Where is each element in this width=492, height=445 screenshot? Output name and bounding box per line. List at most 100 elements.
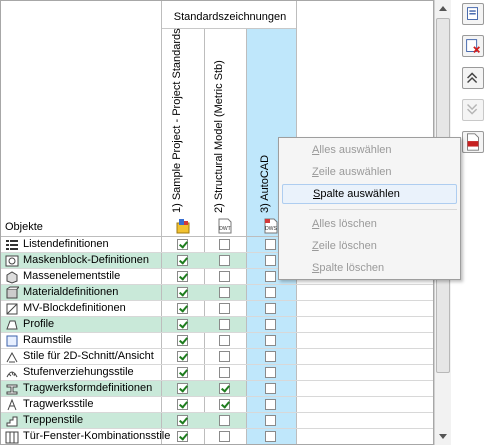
standard-checkbox[interactable] <box>219 255 230 266</box>
object-label: Stile für 2D-Schnitt/Ansicht <box>23 350 154 362</box>
standard-checkbox[interactable] <box>177 367 188 378</box>
standard-checkbox[interactable] <box>177 415 188 426</box>
move-down-button[interactable] <box>462 99 484 121</box>
standard-checkbox[interactable] <box>219 415 230 426</box>
standard-checkbox[interactable] <box>177 303 188 314</box>
standard-checkbox[interactable] <box>265 399 276 410</box>
checkbox-cell <box>162 285 204 301</box>
checkbox-cell <box>246 333 296 349</box>
standard-checkbox[interactable] <box>219 303 230 314</box>
standard-checkbox[interactable] <box>219 239 230 250</box>
object-name-cell[interactable]: Maskenblock-Definitionen <box>1 253 161 269</box>
scroll-down-icon[interactable] <box>435 428 451 445</box>
standard-checkbox[interactable] <box>219 383 230 394</box>
column-header-label: 2) Structural Model (Metric Stb) <box>213 60 225 213</box>
checkbox-cell <box>204 365 246 381</box>
standard-checkbox[interactable] <box>265 415 276 426</box>
table-row[interactable]: Raumstile <box>1 333 433 349</box>
table-row[interactable]: Profile <box>1 317 433 333</box>
checkbox-cell <box>162 237 204 253</box>
menu-item-select-all[interactable]: Alles auswählen <box>282 140 457 160</box>
object-name-cell[interactable]: Listendefinitionen <box>1 237 161 253</box>
object-name-cell[interactable]: Tragwerksformdefinitionen <box>1 381 161 397</box>
object-name-cell[interactable]: Materialdefinitionen <box>1 285 161 301</box>
menu-item-select-row[interactable]: Zeile auswählen <box>282 162 457 182</box>
column-header-label: 3) AutoCAD <box>259 154 271 213</box>
object-name-cell[interactable]: Profile <box>1 317 161 333</box>
checkbox-cell <box>162 253 204 269</box>
standard-checkbox[interactable] <box>177 239 188 250</box>
standard-checkbox[interactable] <box>265 319 276 330</box>
column-header-2[interactable]: 2) Structural Model (Metric Stb) DWT <box>204 29 246 237</box>
table-row[interactable]: Tür-Fenster-Kombinationsstile <box>1 429 433 444</box>
standard-checkbox[interactable] <box>177 383 188 394</box>
standard-checkbox[interactable] <box>265 255 276 266</box>
standard-checkbox[interactable] <box>219 399 230 410</box>
section-elevation-icon <box>6 351 18 363</box>
standard-checkbox[interactable] <box>177 351 188 362</box>
standard-checkbox[interactable] <box>265 303 276 314</box>
object-label: Maskenblock-Definitionen <box>23 254 149 266</box>
menu-separator <box>309 209 457 210</box>
checkbox-cell <box>162 381 204 397</box>
standard-checkbox[interactable] <box>219 351 230 362</box>
standard-checkbox[interactable] <box>177 399 188 410</box>
standard-checkbox[interactable] <box>177 431 188 442</box>
standard-checkbox[interactable] <box>265 239 276 250</box>
standard-checkbox[interactable] <box>219 271 230 282</box>
checkbox-cell <box>246 285 296 301</box>
add-drawing-button[interactable] <box>462 3 484 25</box>
menu-item-select-column[interactable]: Spalte auswählen <box>282 184 457 204</box>
material-icon <box>6 286 19 299</box>
standard-checkbox[interactable] <box>265 431 276 442</box>
scroll-up-icon[interactable] <box>435 0 451 17</box>
move-up-button[interactable] <box>462 67 484 89</box>
standard-checkbox[interactable] <box>265 351 276 362</box>
menu-item-clear-all[interactable]: Alles löschen <box>282 214 457 234</box>
menu-item-clear-column[interactable]: Spalte löschen <box>282 258 457 278</box>
standard-checkbox[interactable] <box>219 319 230 330</box>
dwt-file-icon: DWT <box>218 218 232 234</box>
standard-checkbox[interactable] <box>265 287 276 298</box>
table-row[interactable]: Stile für 2D-Schnitt/Ansicht <box>1 349 433 365</box>
table-row[interactable]: Treppenstile <box>1 413 433 429</box>
object-name-cell[interactable]: Stile für 2D-Schnitt/Ansicht <box>1 349 161 365</box>
menu-item-clear-row[interactable]: Zeile löschen <box>282 236 457 256</box>
object-name-cell[interactable]: Tür-Fenster-Kombinationsstile <box>1 429 170 444</box>
standard-checkbox[interactable] <box>265 335 276 346</box>
standard-checkbox[interactable] <box>265 367 276 378</box>
column-header-1[interactable]: 1) Sample Project - Project Standards <box>162 28 204 237</box>
standard-checkbox[interactable] <box>177 287 188 298</box>
table-row[interactable]: Tragwerksformdefinitionen <box>1 381 433 397</box>
object-name-cell[interactable]: MV-Blockdefinitionen <box>1 301 161 317</box>
object-name-cell[interactable]: Stufenverziehungsstile <box>1 365 161 381</box>
standard-checkbox[interactable] <box>177 335 188 346</box>
table-row[interactable]: MV-Blockdefinitionen <box>1 301 433 317</box>
standard-checkbox[interactable] <box>265 271 276 282</box>
standard-checkbox[interactable] <box>177 271 188 282</box>
checkbox-cell <box>246 413 296 429</box>
checkbox-cell <box>162 349 204 365</box>
table-row[interactable]: Tragwerksstile <box>1 397 433 413</box>
remove-drawing-button[interactable] <box>462 35 484 57</box>
standard-checkbox[interactable] <box>219 335 230 346</box>
standard-checkbox[interactable] <box>219 431 230 442</box>
standard-checkbox[interactable] <box>177 319 188 330</box>
checkbox-cell <box>162 333 204 349</box>
dwt-label: DWT <box>219 226 230 232</box>
standard-checkbox[interactable] <box>177 255 188 266</box>
table-row[interactable]: Stufenverziehungsstile <box>1 365 433 381</box>
checkbox-cell <box>204 317 246 333</box>
object-name-cell[interactable]: Raumstile <box>1 333 161 349</box>
table-row[interactable]: Materialdefinitionen <box>1 285 433 301</box>
standard-checkbox[interactable] <box>265 383 276 394</box>
standard-checkbox[interactable] <box>219 367 230 378</box>
double-chevron-down-icon <box>467 104 478 115</box>
object-name-cell[interactable]: Tragwerksstile <box>1 397 161 413</box>
standard-checkbox[interactable] <box>219 287 230 298</box>
object-name-cell[interactable]: Massenelementstile <box>1 269 161 285</box>
checkbox-cell <box>246 317 296 333</box>
pdf-report-button[interactable] <box>462 131 484 153</box>
group-header: Standardszeichnungen <box>173 11 287 23</box>
object-name-cell[interactable]: Treppenstile <box>1 413 161 429</box>
